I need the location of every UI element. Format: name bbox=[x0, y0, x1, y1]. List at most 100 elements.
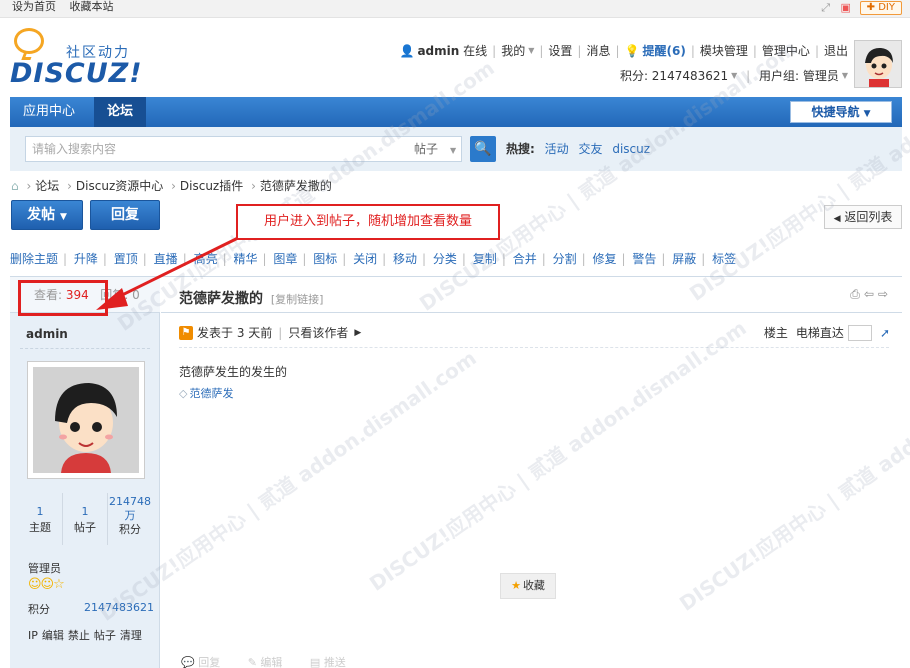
mod-action[interactable]: 关闭 bbox=[353, 252, 377, 266]
breadcrumb-item[interactable]: 论坛 bbox=[35, 179, 59, 193]
thread-title: 范德萨发撒的 [复制链接] bbox=[179, 288, 323, 308]
mod-action[interactable]: 警告 bbox=[632, 252, 656, 266]
caret-right-icon: ▶ bbox=[354, 328, 362, 338]
reply-button[interactable]: 回复 bbox=[90, 200, 160, 230]
usergroup-menu[interactable]: 用户组: 管理员 bbox=[759, 67, 839, 85]
post-actions: 💬 回复 ✎ 编辑 ▤ 推送 bbox=[181, 654, 370, 668]
mod-action[interactable]: 升降 bbox=[74, 252, 98, 266]
back-list-button[interactable]: ◀ 返回列表 bbox=[824, 205, 902, 229]
chevron-left-icon: ◀ bbox=[833, 214, 841, 224]
mod-action[interactable]: 删除主题 bbox=[10, 252, 58, 266]
only-author-link[interactable]: 只看该作者 bbox=[288, 325, 348, 341]
mod-action[interactable]: 修复 bbox=[592, 252, 616, 266]
settings-link[interactable]: 设置 bbox=[548, 42, 572, 60]
color-palette-icon[interactable]: ▣ bbox=[840, 2, 852, 14]
cartoon-avatar-icon bbox=[33, 367, 139, 473]
chevron-down-icon: ▼ bbox=[841, 71, 848, 80]
mod-action[interactable]: 分类 bbox=[433, 252, 457, 266]
author-avatar[interactable] bbox=[27, 361, 145, 479]
nav-app-center[interactable]: 应用中心 bbox=[10, 97, 88, 127]
search-input[interactable]: 请输入搜索内容 bbox=[25, 136, 407, 162]
mod-action[interactable]: 直播 bbox=[154, 252, 178, 266]
header: 社区动力 DISCUZ! 👤 admin 在线 | 我的 ▼ | 设置 | 消息 … bbox=[0, 18, 910, 96]
breadcrumb-item[interactable]: Discuz插件 bbox=[180, 179, 243, 193]
post-tag: ◇ 范德萨发 bbox=[179, 385, 233, 401]
author-admin-actions: IP 编辑 禁止 帖子 清理 bbox=[28, 627, 146, 643]
quick-nav-button[interactable]: 快捷导航 ▼ bbox=[790, 101, 892, 123]
favorite-button[interactable]: ★ 收藏 bbox=[500, 573, 556, 599]
mod-action[interactable]: 移动 bbox=[393, 252, 417, 266]
next-icon[interactable]: ⇨ bbox=[878, 287, 892, 301]
floor-owner: 楼主 bbox=[763, 326, 788, 340]
admin-center-link[interactable]: 管理中心 bbox=[762, 42, 810, 60]
set-home-link[interactable]: 设为首页 bbox=[12, 0, 56, 13]
mod-action[interactable]: 高亮 bbox=[194, 252, 218, 266]
logout-link[interactable]: 退出 bbox=[824, 42, 848, 60]
header-avatar[interactable] bbox=[854, 40, 902, 88]
search-bar: 请输入搜索内容 帖子 ▼ 🔍 热搜: 活动 交友 discuz bbox=[10, 127, 902, 171]
messages-link[interactable]: 消息 bbox=[586, 42, 610, 60]
hot-item[interactable]: discuz bbox=[612, 142, 650, 156]
points-menu[interactable]: 积分: 2147483621 bbox=[620, 67, 728, 85]
online-status: 在线 bbox=[463, 44, 488, 58]
mine-menu[interactable]: 我的 bbox=[501, 42, 525, 60]
star-icon: ★ bbox=[511, 579, 521, 592]
points-full[interactable]: 2147483621 bbox=[84, 601, 154, 614]
site-logo[interactable]: 社区动力 DISCUZ! bbox=[10, 28, 143, 94]
promote-action[interactable]: ▤ 推送 bbox=[310, 656, 358, 668]
stat-points[interactable]: 214748 万 积分 bbox=[107, 493, 152, 545]
mod-action[interactable]: 精华 bbox=[233, 252, 257, 266]
new-post-button[interactable]: 发帖 ▼ bbox=[11, 200, 83, 230]
mod-action[interactable]: 屏蔽 bbox=[672, 252, 696, 266]
hot-item[interactable]: 活动 bbox=[545, 142, 569, 156]
edit-action-label: 编辑 bbox=[260, 656, 283, 668]
diy-label: DIY bbox=[878, 2, 895, 13]
elevator-go-icon[interactable]: ➚ bbox=[880, 325, 890, 341]
breadcrumb-item[interactable]: 范德萨发撒的 bbox=[260, 179, 332, 193]
mod-action[interactable]: 分割 bbox=[553, 252, 577, 266]
breadcrumb-item[interactable]: Discuz资源中心 bbox=[76, 179, 163, 193]
author-sidebar: 查看: 394 回复: 0 admin 1 主题 1 帖子 214748 万 积… bbox=[10, 277, 160, 668]
hot-item[interactable]: 交友 bbox=[578, 142, 602, 156]
username-link[interactable]: admin bbox=[417, 42, 459, 60]
edit-post-action[interactable]: ✎ 编辑 bbox=[248, 656, 295, 668]
mod-action[interactable]: 图章 bbox=[273, 252, 297, 266]
title-row: 范德萨发撒的 [复制链接] ⎙⇦⇨ bbox=[161, 277, 902, 313]
copy-link[interactable]: [复制链接] bbox=[271, 293, 324, 306]
edit-action[interactable]: 编辑 bbox=[42, 629, 64, 642]
ban-action[interactable]: 禁止 bbox=[68, 629, 90, 642]
print-icon[interactable]: ⎙ bbox=[850, 287, 864, 301]
floor-input[interactable] bbox=[847, 325, 872, 341]
mod-action[interactable]: 图标 bbox=[313, 252, 337, 266]
mod-action[interactable]: 合并 bbox=[513, 252, 537, 266]
mod-action[interactable]: 标签 bbox=[712, 252, 736, 266]
moderation-bar: 删除主题 | 升降 | 置顶 | 直播 | 高亮 | 精华 | 图章 | 图标 | 关闭 | 移动… bbox=[10, 252, 737, 266]
post-area: 查看: 394 回复: 0 admin 1 主题 1 帖子 214748 万 积… bbox=[10, 276, 902, 668]
clean-action[interactable]: 清理 bbox=[120, 629, 142, 642]
author-name[interactable]: admin bbox=[26, 327, 68, 341]
fullscreen-icon[interactable]: ⤢ bbox=[820, 2, 832, 14]
logo-en: DISCUZ! bbox=[10, 58, 143, 89]
search-button[interactable]: 🔍 bbox=[470, 136, 496, 162]
mod-action[interactable]: 置顶 bbox=[114, 252, 138, 266]
annotation-note: 用户进入到帖子，随机增加查看数量 bbox=[236, 204, 500, 240]
module-mgmt-link[interactable]: 模块管理 bbox=[700, 42, 748, 60]
bookmark-link[interactable]: 收藏本站 bbox=[70, 0, 114, 13]
tag-link[interactable]: 范德萨发 bbox=[189, 387, 233, 400]
remind-link[interactable]: 提醒(6) bbox=[642, 42, 685, 60]
threads-count: 1 bbox=[36, 505, 44, 518]
ip-action[interactable]: IP bbox=[28, 629, 38, 642]
stat-threads[interactable]: 1 主题 bbox=[18, 493, 62, 545]
search-type-label: 帖子 bbox=[414, 142, 439, 156]
home-icon[interactable]: ⌂ bbox=[11, 179, 19, 193]
posts-action[interactable]: 帖子 bbox=[94, 629, 116, 642]
search-type-select[interactable]: 帖子 ▼ bbox=[406, 136, 462, 162]
caret-down-icon: ▼ bbox=[59, 212, 67, 222]
mod-action[interactable]: 复制 bbox=[473, 252, 497, 266]
diy-button[interactable]: ✚ DIY bbox=[859, 1, 902, 15]
post-time: 发表于 3 天前 bbox=[197, 326, 273, 340]
stat-posts[interactable]: 1 帖子 bbox=[62, 493, 107, 545]
reply-action[interactable]: 💬 回复 bbox=[181, 656, 232, 668]
nav-forum[interactable]: 论坛 bbox=[94, 97, 147, 127]
prev-icon[interactable]: ⇦ bbox=[864, 287, 878, 301]
